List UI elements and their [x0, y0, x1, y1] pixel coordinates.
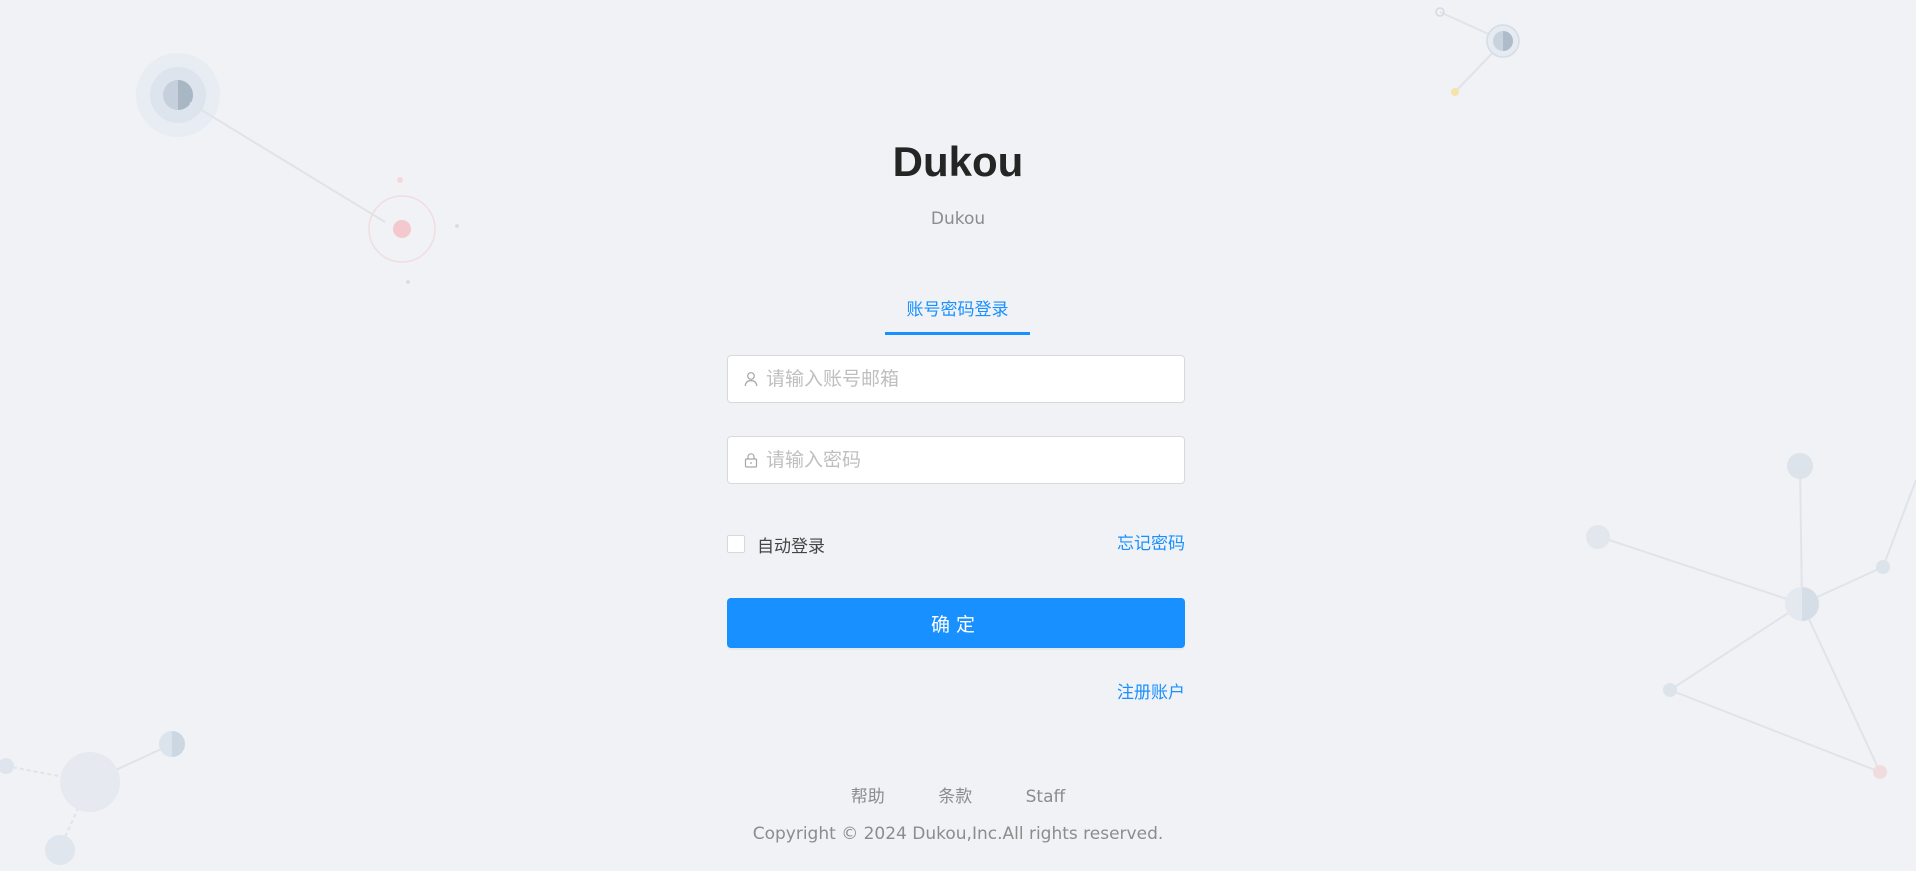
forgot-password-link[interactable]: 忘记密码: [1085, 533, 1185, 555]
footer-link-terms[interactable]: 条款: [938, 787, 972, 807]
auto-login-label: 自动登录: [757, 536, 825, 557]
footer-link-help[interactable]: 帮助: [851, 787, 885, 807]
tab-active-indicator: [885, 332, 1030, 335]
footer-links: 帮助 条款 Staff: [0, 785, 1916, 809]
app-subtitle: Dukou: [930, 209, 986, 229]
account-input[interactable]: [766, 356, 1176, 402]
auto-login-checkbox[interactable]: [727, 535, 745, 553]
auto-login-option[interactable]: 自动登录: [727, 533, 825, 557]
tab-account-password-login[interactable]: 账号密码登录: [885, 295, 1030, 335]
decor-cluster-right: [1586, 453, 1916, 779]
account-field[interactable]: [727, 355, 1185, 403]
password-field[interactable]: [727, 436, 1185, 484]
register-link[interactable]: 注册账户: [1085, 682, 1185, 704]
app-title: Dukou: [892, 138, 1024, 185]
user-icon: [744, 372, 758, 387]
decor-cluster-top-right: [1435, 7, 1520, 96]
lock-icon: [744, 453, 758, 468]
login-page: Dukou Dukou 账号密码登录 自动登录 忘记密码 确定 注册账户 帮助 …: [0, 0, 1916, 871]
footer-link-staff[interactable]: Staff: [1026, 787, 1066, 807]
password-input[interactable]: [766, 437, 1176, 483]
copyright-text: Copyright © 2024 Dukou,Inc.All rights re…: [752, 824, 1164, 844]
submit-button[interactable]: 确定: [727, 598, 1185, 648]
